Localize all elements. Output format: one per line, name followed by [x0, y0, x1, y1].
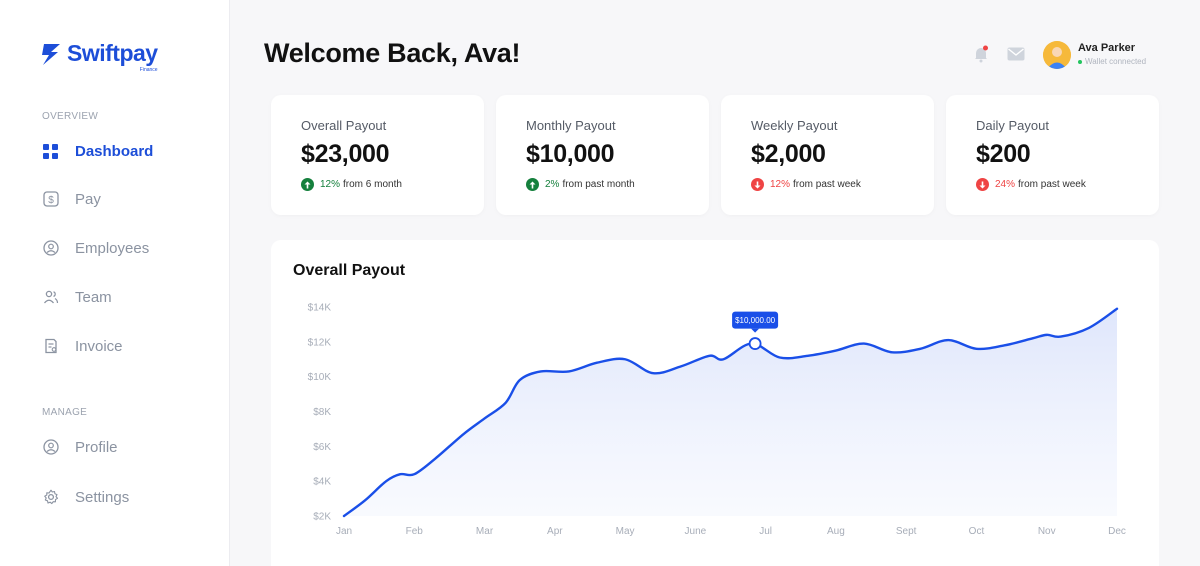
- sidebar-item-invoice[interactable]: Invoice: [42, 334, 123, 358]
- stat-trend: 2% from past month: [526, 178, 635, 191]
- x-tick-label: May: [616, 526, 635, 537]
- stat-trend: 12% from 6 month: [301, 178, 402, 191]
- x-tick-label: Oct: [969, 526, 985, 537]
- bolt-icon: [42, 43, 60, 65]
- arrow-up-icon: [301, 178, 314, 191]
- y-tick-label: $4K: [313, 477, 331, 488]
- y-tick-label: $6K: [313, 442, 331, 453]
- brand-name: Swiftpay: [67, 40, 158, 66]
- stat-card-monthly: Monthly Payout $10,000 2% from past mont…: [496, 95, 709, 215]
- tooltip-label: $10,000.00: [735, 316, 776, 325]
- stat-value: $23,000: [301, 140, 390, 168]
- brand-logo[interactable]: Swiftpay Finance: [40, 40, 158, 73]
- stat-pct: 12%: [770, 179, 791, 190]
- avatar[interactable]: [1043, 41, 1071, 69]
- stat-trend: 12% from past week: [751, 178, 861, 191]
- stat-card-daily: Daily Payout $200 24% from past week: [946, 95, 1159, 215]
- notification-button[interactable]: [971, 44, 991, 64]
- svg-text:$: $: [48, 195, 54, 206]
- stat-value: $2,000: [751, 140, 826, 168]
- sidebar-item-label: Settings: [75, 488, 130, 506]
- x-tick-label: Apr: [547, 526, 563, 537]
- stat-card-overall: Overall Payout $23,000 12% from 6 month: [271, 95, 484, 215]
- sidebar-item-employees[interactable]: Employees: [42, 236, 149, 260]
- stat-trend: 24% from past week: [976, 178, 1086, 191]
- x-tick-label: Sept: [896, 526, 917, 537]
- x-tick-label: Nov: [1038, 526, 1056, 537]
- stat-pct: 12%: [320, 179, 341, 190]
- grid-icon: [42, 143, 59, 160]
- x-tick-label: Feb: [406, 526, 424, 537]
- highlight-point: [748, 337, 762, 350]
- stat-period: from past week: [1018, 179, 1086, 190]
- stat-pct: 24%: [995, 179, 1016, 190]
- stat-pct: 2%: [545, 179, 560, 190]
- overview-section-label: OVERVIEW: [42, 111, 99, 122]
- sidebar-item-label: Profile: [75, 438, 118, 456]
- y-tick-label: $2K: [313, 512, 331, 523]
- sidebar-item-label: Employees: [75, 239, 150, 257]
- sidebar-item-label: Pay: [75, 190, 101, 208]
- sidebar-item-settings[interactable]: Settings: [42, 485, 129, 509]
- dollar-icon: $: [42, 191, 59, 208]
- brand-tagline: Finance: [139, 67, 158, 73]
- page-title: Welcome Back, Ava!: [264, 38, 521, 68]
- invoice-icon: [42, 338, 59, 355]
- stat-card-weekly: Weekly Payout $2,000 12% from past week: [721, 95, 934, 215]
- bell-icon: [975, 45, 988, 63]
- stat-title: Daily Payout: [976, 118, 1049, 133]
- sidebar-item-pay[interactable]: $ Pay: [42, 187, 101, 211]
- stat-title: Weekly Payout: [751, 118, 838, 133]
- x-tick-label: Aug: [827, 526, 845, 537]
- overall-payout-chart-panel: Overall Payout $2K $4K $6K $8K $10K $12K $14K J…: [271, 240, 1159, 566]
- y-tick-label: $8K: [313, 407, 331, 418]
- arrow-up-icon: [526, 178, 539, 191]
- profile-icon: [42, 439, 59, 456]
- series-area: [344, 308, 1117, 516]
- stat-value: $200: [976, 140, 1031, 168]
- stat-title: Overall Payout: [301, 118, 387, 133]
- sidebar: Swiftpay Finance OVERVIEW Dashboard $ Pa…: [0, 0, 230, 566]
- sidebar-item-label: Team: [75, 288, 112, 306]
- arrow-down-icon: [751, 178, 764, 191]
- overall-payout-chart[interactable]: $2K $4K $6K $8K $10K $12K $14K Jan Feb Mar Apr May J…: [271, 240, 1159, 566]
- x-tick-label: June: [685, 526, 707, 537]
- y-tick-label: $12K: [308, 337, 332, 348]
- manage-section-label: MANAGE: [42, 407, 88, 418]
- users-icon: [42, 289, 59, 306]
- x-tick-label: Jan: [336, 526, 352, 537]
- tooltip-pointer: [751, 328, 760, 333]
- user-avatar-icon: [1043, 41, 1071, 69]
- sidebar-item-label: Dashboard: [75, 142, 154, 160]
- user-name[interactable]: Ava Parker: [1078, 42, 1135, 54]
- sidebar-item-profile[interactable]: Profile: [42, 435, 118, 459]
- y-tick-label: $14K: [308, 303, 332, 314]
- stat-title: Monthly Payout: [526, 118, 616, 133]
- status-dot-icon: [1078, 59, 1082, 64]
- sidebar-item-label: Invoice: [75, 337, 123, 355]
- wallet-status: Wallet connected: [1078, 57, 1146, 66]
- sidebar-item-team[interactable]: Team: [42, 285, 112, 309]
- sidebar-item-dashboard[interactable]: Dashboard: [42, 139, 153, 163]
- x-tick-label: Dec: [1108, 526, 1126, 537]
- gear-icon: [42, 489, 59, 506]
- arrow-down-icon: [976, 178, 989, 191]
- x-tick-label: Mar: [476, 526, 494, 537]
- mail-icon: [1007, 47, 1025, 61]
- stat-period: from past week: [793, 179, 861, 190]
- stat-value: $10,000: [526, 140, 615, 168]
- user-circle-icon: [42, 240, 59, 257]
- messages-button[interactable]: [1006, 44, 1026, 64]
- wallet-status-text: Wallet connected: [1085, 57, 1147, 66]
- x-tick-label: Jul: [759, 526, 772, 537]
- stat-period: from 6 month: [343, 179, 402, 190]
- stat-period: from past month: [562, 179, 635, 190]
- y-tick-label: $10K: [308, 372, 332, 383]
